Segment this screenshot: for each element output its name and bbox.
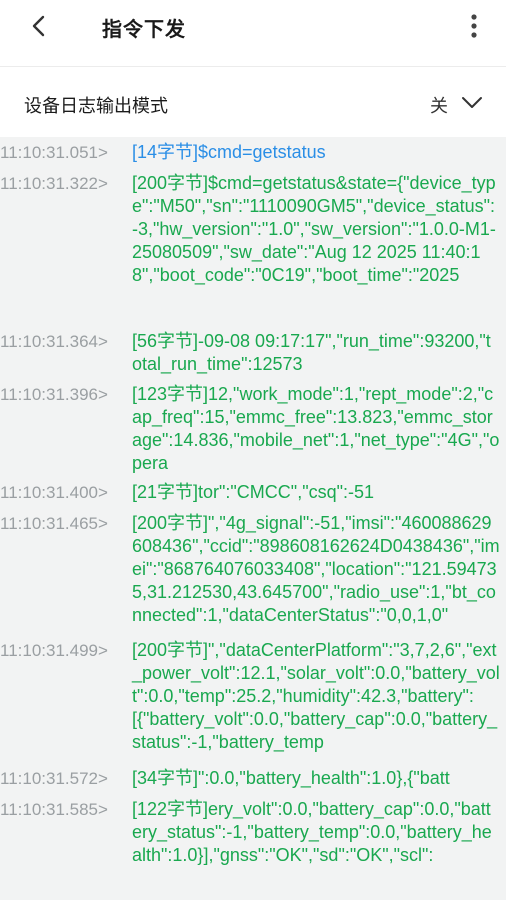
log-timestamp: 11:10:31.051> <box>0 143 108 162</box>
log-message: [34字节]":0.0,"battery_health":1.0},{"batt <box>132 768 450 788</box>
log-output-mode-label: 设备日志输出模式 <box>24 96 168 117</box>
more-vertical-icon[interactable] <box>462 10 486 42</box>
log-timestamp: 11:10:31.364> <box>0 332 108 351</box>
log-timestamp: 11:10:31.499> <box>0 641 108 660</box>
log-message: [200字节]$cmd=getstatus&state={"device_typ… <box>132 173 496 285</box>
log-timestamp: 11:10:31.585> <box>0 800 108 819</box>
log-message: [21字节]tor":"CMCC","csq":-51 <box>132 482 374 502</box>
chevron-down-icon[interactable] <box>460 95 484 111</box>
chevron-left-icon[interactable] <box>26 12 54 40</box>
app-header: 指令下发 <box>0 0 506 52</box>
log-output-mode-row[interactable]: 设备日志输出模式 关 <box>0 67 506 137</box>
log-message: [200字节]","dataCenterPlatform":"3,7,2,6",… <box>132 640 500 752</box>
log-timestamp: 11:10:31.322> <box>0 174 108 193</box>
log-message: [56字节]-09-08 09:17:17","run_time":93200,… <box>132 331 491 374</box>
log-timestamp: 11:10:31.572> <box>0 769 108 788</box>
log-output-mode-value[interactable]: 关 <box>430 92 448 118</box>
log-message: [200字节]","4g_signal":-51,"imsi":"4600886… <box>132 513 500 625</box>
log-timestamp: 11:10:31.465> <box>0 514 108 533</box>
log-message: [14字节]$cmd=getstatus <box>132 142 326 162</box>
log-message: [122字节]ery_volt":0.0,"battery_cap":0.0,"… <box>132 799 492 865</box>
page-title: 指令下发 <box>102 17 186 41</box>
log-timestamp: 11:10:31.396> <box>0 385 108 404</box>
log-timestamp: 11:10:31.400> <box>0 483 108 502</box>
log-panel[interactable]: 11:10:31.051> [14字节]$cmd=getstatus 11:10:3… <box>0 137 506 900</box>
log-message: [123字节]12,"work_mode":1,"rept_mode":2,"c… <box>132 384 500 473</box>
